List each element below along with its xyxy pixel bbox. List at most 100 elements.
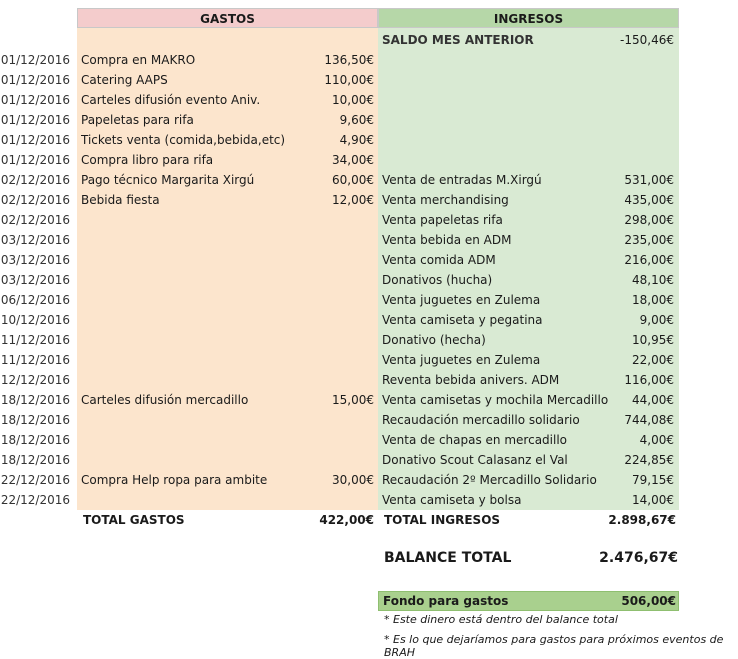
row-date: 02/12/2016: [0, 193, 70, 207]
ledger-row: 18/12/2016 Recaudación mercadillo solidar…: [0, 410, 738, 430]
row-date: 01/12/2016: [0, 113, 70, 127]
ledger-row: 18/12/2016 Venta de chapas en mercadillo 4…: [0, 430, 738, 450]
row-date: 18/12/2016: [0, 453, 70, 467]
gasto-amount: 9,60€: [339, 113, 374, 127]
total-ingresos-label: TOTAL INGRESOS: [384, 513, 501, 527]
saldo-label: SALDO MES ANTERIOR: [382, 33, 534, 47]
total-gastos-amount: 422,00€: [319, 513, 374, 527]
ledger-row: 03/12/2016 Venta bebida en ADM 235,00€: [0, 230, 738, 250]
row-date: 22/12/2016: [0, 473, 70, 487]
ingreso-amount: 4,00€: [639, 433, 674, 447]
ingreso-description: Venta papeletas rifa: [382, 213, 503, 227]
ledger-row: 01/12/2016 Compra en MAKRO 136,50€: [0, 50, 738, 70]
row-date: 11/12/2016: [0, 333, 70, 347]
gasto-description: Catering AAPS: [81, 73, 168, 87]
ledger-row: 02/12/2016 Venta papeletas rifa 298,00€: [0, 210, 738, 230]
ingreso-amount: 298,00€: [624, 213, 674, 227]
row-date: 01/12/2016: [0, 153, 70, 167]
gastos-header: GASTOS: [77, 8, 378, 28]
row-date: 01/12/2016: [0, 133, 70, 147]
gasto-description: Carteles difusión evento Aniv.: [81, 93, 261, 107]
total-gastos-label: TOTAL GASTOS: [83, 513, 185, 527]
ingreso-description: Venta camisetas y mochila Mercadillo: [382, 393, 609, 407]
gasto-description: Tickets venta (comida,bebida,etc): [81, 133, 286, 147]
ingreso-description: Venta juguetes en Zulema: [382, 353, 541, 367]
ledger-row: 03/12/2016 Donativos (hucha) 48,10€: [0, 270, 738, 290]
row-date: 18/12/2016: [0, 393, 70, 407]
ingreso-description: Donativo (hecha): [382, 333, 486, 347]
row-date: 11/12/2016: [0, 353, 70, 367]
row-date: 18/12/2016: [0, 433, 70, 447]
ledger-row: 18/12/2016 Donativo Scout Calasanz el Val…: [0, 450, 738, 470]
ingreso-description: Recaudación mercadillo solidario: [382, 413, 580, 427]
ingreso-amount: 79,15€: [632, 473, 674, 487]
gasto-description: Carteles difusión mercadillo: [81, 393, 249, 407]
ingreso-amount: 9,00€: [639, 313, 674, 327]
ingreso-amount: 531,00€: [624, 173, 674, 187]
ledger-row: 01/12/2016 Tickets venta (comida,bebida,e…: [0, 130, 738, 150]
ingreso-amount: 224,85€: [624, 453, 674, 467]
gasto-amount: 10,00€: [332, 93, 374, 107]
ledger-row: 01/12/2016 Compra libro para rifa 34,00€: [0, 150, 738, 170]
row-date: 12/12/2016: [0, 373, 70, 387]
ingreso-amount: 48,10€: [632, 273, 674, 287]
ledger-row: 10/12/2016 Venta camiseta y pegatina 9,00€: [0, 310, 738, 330]
row-date: 03/12/2016: [0, 273, 70, 287]
gasto-description: Compra Help ropa para ambite: [81, 473, 268, 487]
ledger-row: 02/12/2016 Bebida fiesta 12,00€ Venta merch…: [0, 190, 738, 210]
row-date: 10/12/2016: [0, 313, 70, 327]
row-date: 18/12/2016: [0, 413, 70, 427]
ledger-row: 12/12/2016 Reventa bebida anivers. ADM 116…: [0, 370, 738, 390]
ledger-row: 01/12/2016 Catering AAPS 110,00€: [0, 70, 738, 90]
ledger-row: 18/12/2016 Carteles difusión mercadillo 15…: [0, 390, 738, 410]
ingreso-description: Venta camiseta y bolsa: [382, 493, 522, 507]
row-date: 22/12/2016: [0, 493, 70, 507]
ingreso-amount: 22,00€: [632, 353, 674, 367]
ingreso-amount: 235,00€: [624, 233, 674, 247]
row-date: 02/12/2016: [0, 213, 70, 227]
balance-amount: 2.476,67€: [599, 550, 678, 566]
ingreso-description: Donativos (hucha): [382, 273, 493, 287]
ingresos-header: INGRESOS: [378, 8, 679, 28]
row-date: 03/12/2016: [0, 233, 70, 247]
note-1: * Este dinero está dentro del balance to…: [384, 613, 618, 626]
ingreso-amount: 44,00€: [632, 393, 674, 407]
note-2: * Es lo que dejaríamos para gastos para …: [384, 633, 724, 659]
gasto-description: Papeletas para rifa: [81, 113, 194, 127]
ingreso-description: Venta camiseta y pegatina: [382, 313, 543, 327]
ingreso-amount: 10,95€: [632, 333, 674, 347]
ingreso-amount: 216,00€: [624, 253, 674, 267]
ingreso-description: Venta de entradas M.Xirgú: [382, 173, 542, 187]
ledger-row: 11/12/2016 Donativo (hecha) 10,95€: [0, 330, 738, 350]
ingreso-description: Venta bebida en ADM: [382, 233, 512, 247]
row-date: 01/12/2016: [0, 53, 70, 67]
gasto-amount: 34,00€: [332, 153, 374, 167]
gasto-description: Compra en MAKRO: [81, 53, 196, 67]
ingreso-amount: 744,08€: [624, 413, 674, 427]
saldo-row: SALDO MES ANTERIOR -150,46€: [0, 30, 738, 50]
fondo-amount: 506,00€: [621, 594, 676, 608]
ledger-row: 22/12/2016 Compra Help ropa para ambite 30…: [0, 470, 738, 490]
row-date: 06/12/2016: [0, 293, 70, 307]
ledger-row: 01/12/2016 Papeletas para rifa 9,60€: [0, 110, 738, 130]
gasto-description: Compra libro para rifa: [81, 153, 214, 167]
row-date: 02/12/2016: [0, 173, 70, 187]
row-date: 01/12/2016: [0, 73, 70, 87]
saldo-amount: -150,46€: [620, 33, 674, 47]
ledger-row: 01/12/2016 Carteles difusión evento Aniv.…: [0, 90, 738, 110]
totals-row: TOTAL GASTOS 422,00€ TOTAL INGRESOS 2.89…: [0, 510, 738, 530]
ingreso-description: Venta merchandising: [382, 193, 509, 207]
gasto-amount: 110,00€: [324, 73, 374, 87]
ingreso-description: Reventa bebida anivers. ADM: [382, 373, 560, 387]
ingreso-amount: 18,00€: [632, 293, 674, 307]
balance-row: BALANCE TOTAL 2.476,67€: [0, 548, 738, 568]
gasto-amount: 60,00€: [332, 173, 374, 187]
ingreso-description: Venta juguetes en Zulema: [382, 293, 541, 307]
gasto-amount: 136,50€: [324, 53, 374, 67]
ingreso-amount: 435,00€: [624, 193, 674, 207]
total-ingresos-amount: 2.898,67€: [608, 513, 676, 527]
ledger-row: 22/12/2016 Venta camiseta y bolsa 14,00€: [0, 490, 738, 510]
ledger-row: 02/12/2016 Pago técnico Margarita Xirgú 60…: [0, 170, 738, 190]
ingreso-amount: 116,00€: [624, 373, 674, 387]
row-date: 03/12/2016: [0, 253, 70, 267]
